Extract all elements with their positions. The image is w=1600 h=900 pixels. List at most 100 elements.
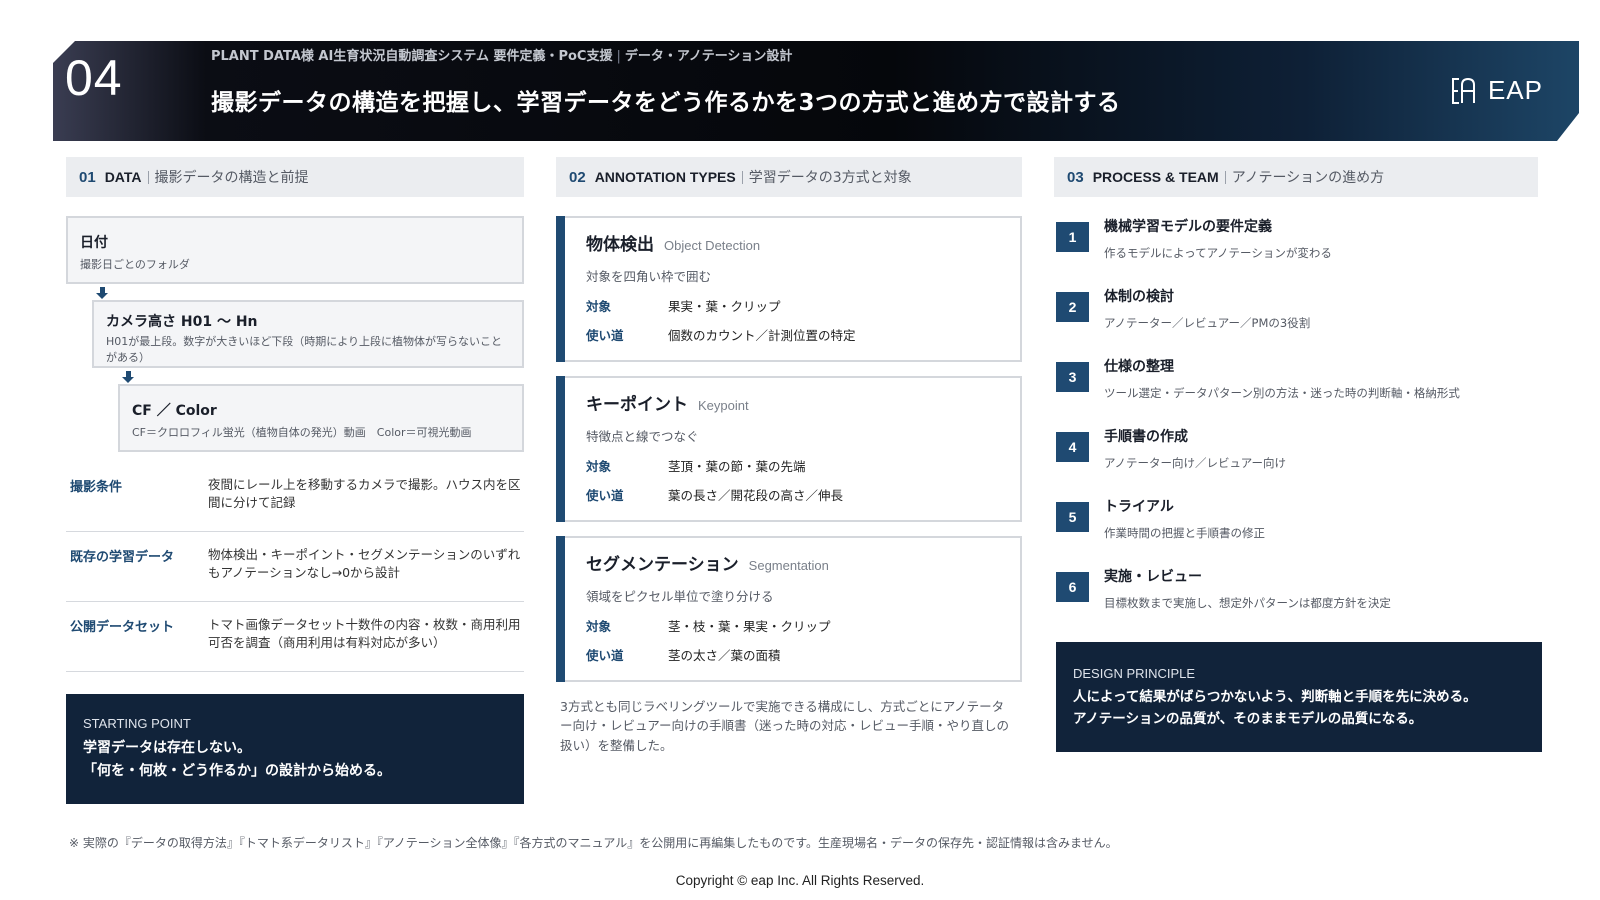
process-step: 4 手順書の作成 アノテーター向け／レビュアー向け — [1056, 429, 1536, 492]
section-jp: 撮影データの構造と前提 — [154, 170, 309, 186]
process-step: 1 機械学習モデルの要件定義 作るモデルによってアノテーションが変わる — [1056, 219, 1536, 282]
step-title: 仕様の整理 — [1104, 359, 1174, 375]
type-desc: 領域をピクセル単位で塗り分ける — [586, 589, 774, 604]
header-subtitle: PLANT DATA様 AI生育状況自動調査システム 要件定義・PoC支援 | デー… — [211, 45, 792, 64]
step-title: 機械学習モデルの要件定義 — [1104, 219, 1272, 235]
section-num: 02 — [569, 168, 586, 186]
design-principle-panel: DESIGN PRINCIPLE 人によって結果がばらつかないよう、判断軸と手順… — [1056, 642, 1542, 752]
type-name-en: Segmentation — [748, 558, 829, 573]
section-divider — [147, 170, 149, 184]
process-step: 3 仕様の整理 ツール選定・データパターン別の方法・迷った時の判断軸・格納形式 — [1056, 359, 1536, 422]
design-principle-message: 人によって結果がばらつかないよう、判断軸と手順を先に決める。 アノテーションの品… — [1073, 686, 1525, 731]
starting-point-label: STARTING POINT — [83, 716, 191, 731]
section-en: PROCESS & TEAM — [1092, 169, 1219, 185]
project-name: PLANT DATA様 AI生育状況自動調査システム 要件定義・PoC支援 — [211, 49, 613, 64]
step-desc: アノテーター／レビュアー／PMの3役割 — [1104, 316, 1311, 330]
section-num: 01 — [79, 168, 96, 186]
type-name: セグメンテーション Segmentation — [586, 550, 829, 575]
folder-level-date: 日付 撮影日ごとのフォルダ — [66, 216, 524, 284]
type-name-jp: キーポイント — [586, 395, 688, 415]
type-name-jp: セグメンテーション — [586, 555, 739, 575]
type-name: キーポイント Keypoint — [586, 390, 749, 415]
section-header-types: 02 ANNOTATION TYPES 学習データの3方式と対象 — [556, 157, 1022, 197]
type-desc: 対象を四角い枠で囲む — [586, 269, 712, 284]
step-desc: 目標枚数まで実施し、想定外パターンは都度方針を決定 — [1104, 596, 1391, 610]
target-label: 対象 — [586, 619, 612, 634]
use-label: 使い道 — [586, 328, 624, 343]
type-target-row: 対象 茎・枝・葉・果実・クリップ — [586, 616, 831, 635]
type-target-row: 対象 果実・葉・クリップ — [586, 296, 781, 315]
section-header-process: 03 PROCESS & TEAM アノテーションの進め方 — [1054, 157, 1538, 197]
target-value: 茎頂・葉の節・葉の先端 — [668, 459, 806, 474]
section-en: ANNOTATION TYPES — [594, 169, 736, 185]
step-number-badge: 4 — [1056, 432, 1089, 462]
step-number-badge: 2 — [1056, 292, 1089, 322]
section-en: DATA — [104, 169, 142, 185]
target-value: 果実・葉・クリップ — [668, 299, 781, 314]
target-label: 対象 — [586, 299, 612, 314]
type-name-en: Object Detection — [664, 238, 761, 253]
eap-logo-icon — [1450, 76, 1484, 106]
condition-row: 撮影条件 夜間にレール上を移動するカメラで撮影。ハウス内を区間に分けて記録 — [66, 466, 524, 532]
folder-level-camera: カメラ高さ H01 〜 Hn H01が最上段。数字が大きいほど下段（時期により上… — [92, 300, 524, 368]
step-number-badge: 5 — [1056, 502, 1089, 532]
page-title: 撮影データの構造を把握し、学習データをどう作るかを3つの方式と進め方で設計する — [211, 90, 1121, 116]
annotation-type-card-object-detection: 物体検出 Object Detection 対象を四角い枠で囲む 対象 果実・葉・ク… — [556, 216, 1022, 362]
type-use-row: 使い道 葉の長さ／開花段の高さ／伸長 — [586, 485, 843, 504]
step-title: 体制の検討 — [1104, 289, 1174, 305]
folder-desc: 撮影日ごとのフォルダ — [80, 258, 190, 271]
step-desc: ツール選定・データパターン別の方法・迷った時の判断軸・格納形式 — [1104, 386, 1460, 400]
use-value: 葉の長さ／開花段の高さ／伸長 — [668, 488, 844, 503]
step-number-badge: 1 — [1056, 222, 1089, 252]
step-number-badge: 3 — [1056, 362, 1089, 392]
condition-row: 既存の学習データ 物体検出・キーポイント・セグメンテーションのいずれもアノテーシ… — [66, 536, 524, 602]
folder-title: CF ／ Color — [132, 403, 217, 419]
folder-level-cf-color: CF ／ Color CF＝クロロフィル蛍光（植物自体の発光）動画 Color＝… — [118, 384, 524, 452]
folder-desc: CF＝クロロフィル蛍光（植物自体の発光）動画 Color＝可視光動画 — [132, 426, 472, 439]
target-label: 対象 — [586, 459, 612, 474]
condition-key: 公開データセット — [70, 620, 175, 635]
target-value: 茎・枝・葉・果実・クリップ — [668, 619, 831, 634]
type-name-en: Keypoint — [698, 398, 749, 413]
condition-key: 撮影条件 — [70, 480, 123, 495]
folder-title: カメラ高さ H01 〜 Hn — [106, 314, 258, 330]
design-principle-line-1: 人によって結果がばらつかないよう、判断軸と手順を先に決める。 — [1073, 689, 1477, 705]
use-value: 個数のカウント／計測位置の特定 — [668, 328, 856, 343]
type-use-row: 使い道 個数のカウント／計測位置の特定 — [586, 325, 856, 344]
condition-value: 夜間にレール上を移動するカメラで撮影。ハウス内を区間に分けて記録 — [208, 477, 521, 511]
step-title: トライアル — [1104, 499, 1174, 515]
eap-logo: EAP — [1450, 75, 1543, 106]
process-step: 6 実施・レビュー 目標枚数まで実施し、想定外パターンは都度方針を決定 — [1056, 569, 1536, 632]
use-value: 茎の太さ／葉の面積 — [668, 648, 781, 663]
section-divider — [741, 170, 743, 184]
footnote: ※ 実際の『データの取得方法』『トマト系データリスト』『アノテーション全体像』『… — [69, 836, 1118, 850]
condition-key: 既存の学習データ — [70, 550, 175, 565]
step-number-badge: 6 — [1056, 572, 1089, 602]
step-desc: 作るモデルによってアノテーションが変わる — [1104, 246, 1332, 260]
section-num: 03 — [1067, 168, 1084, 186]
process-step: 5 トライアル 作業時間の把握と手順書の修正 — [1056, 499, 1536, 562]
annotation-type-card-keypoint: キーポイント Keypoint 特徴点と線でつなぐ 対象 茎頂・葉の節・葉の先端 使… — [556, 376, 1022, 522]
logo-text: EAP — [1487, 75, 1543, 105]
type-name: 物体検出 Object Detection — [586, 230, 760, 255]
design-principle-label: DESIGN PRINCIPLE — [1073, 666, 1196, 681]
use-label: 使い道 — [586, 488, 624, 503]
type-use-row: 使い道 茎の太さ／葉の面積 — [586, 645, 781, 664]
folder-desc: H01が最上段。数字が大きいほど下段（時期により上段に植物体が写らないことがある… — [106, 335, 503, 364]
process-step: 2 体制の検討 アノテーター／レビュアー／PMの3役割 — [1056, 289, 1536, 352]
copyright: Copyright © eap Inc. All Rights Reserved… — [675, 873, 925, 888]
condition-value: トマト画像データセット十数件の内容・枚数・商用利用可否を調査（商用利用は有料対応… — [208, 617, 521, 651]
section-divider — [1224, 170, 1226, 184]
section-name: データ・アノテーション設計 — [624, 49, 793, 64]
starting-point-line-1: 学習データは存在しない。 — [83, 740, 251, 756]
section-header-data: 01 DATA 撮影データの構造と前提 — [66, 157, 524, 197]
design-principle-line-2: アノテーションの品質が、そのままモデルの品質になる。 — [1073, 711, 1423, 728]
folder-title: 日付 — [80, 235, 108, 251]
use-label: 使い道 — [586, 648, 624, 663]
annotation-types-note: 3方式とも同じラベリングツールで実施できる構成にし、方式ごとにアノテーター向け・… — [560, 699, 1010, 753]
step-desc: 作業時間の把握と手順書の修正 — [1104, 526, 1265, 540]
starting-point-line-2: 「何を・何枚・どう作るか」の設計から始める。 — [83, 763, 391, 780]
starting-point-panel: STARTING POINT 学習データは存在しない。 「何を・何枚・どう作るか… — [66, 694, 524, 804]
section-jp: 学習データの3方式と対象 — [748, 170, 912, 186]
step-title: 実施・レビュー — [1104, 569, 1202, 585]
